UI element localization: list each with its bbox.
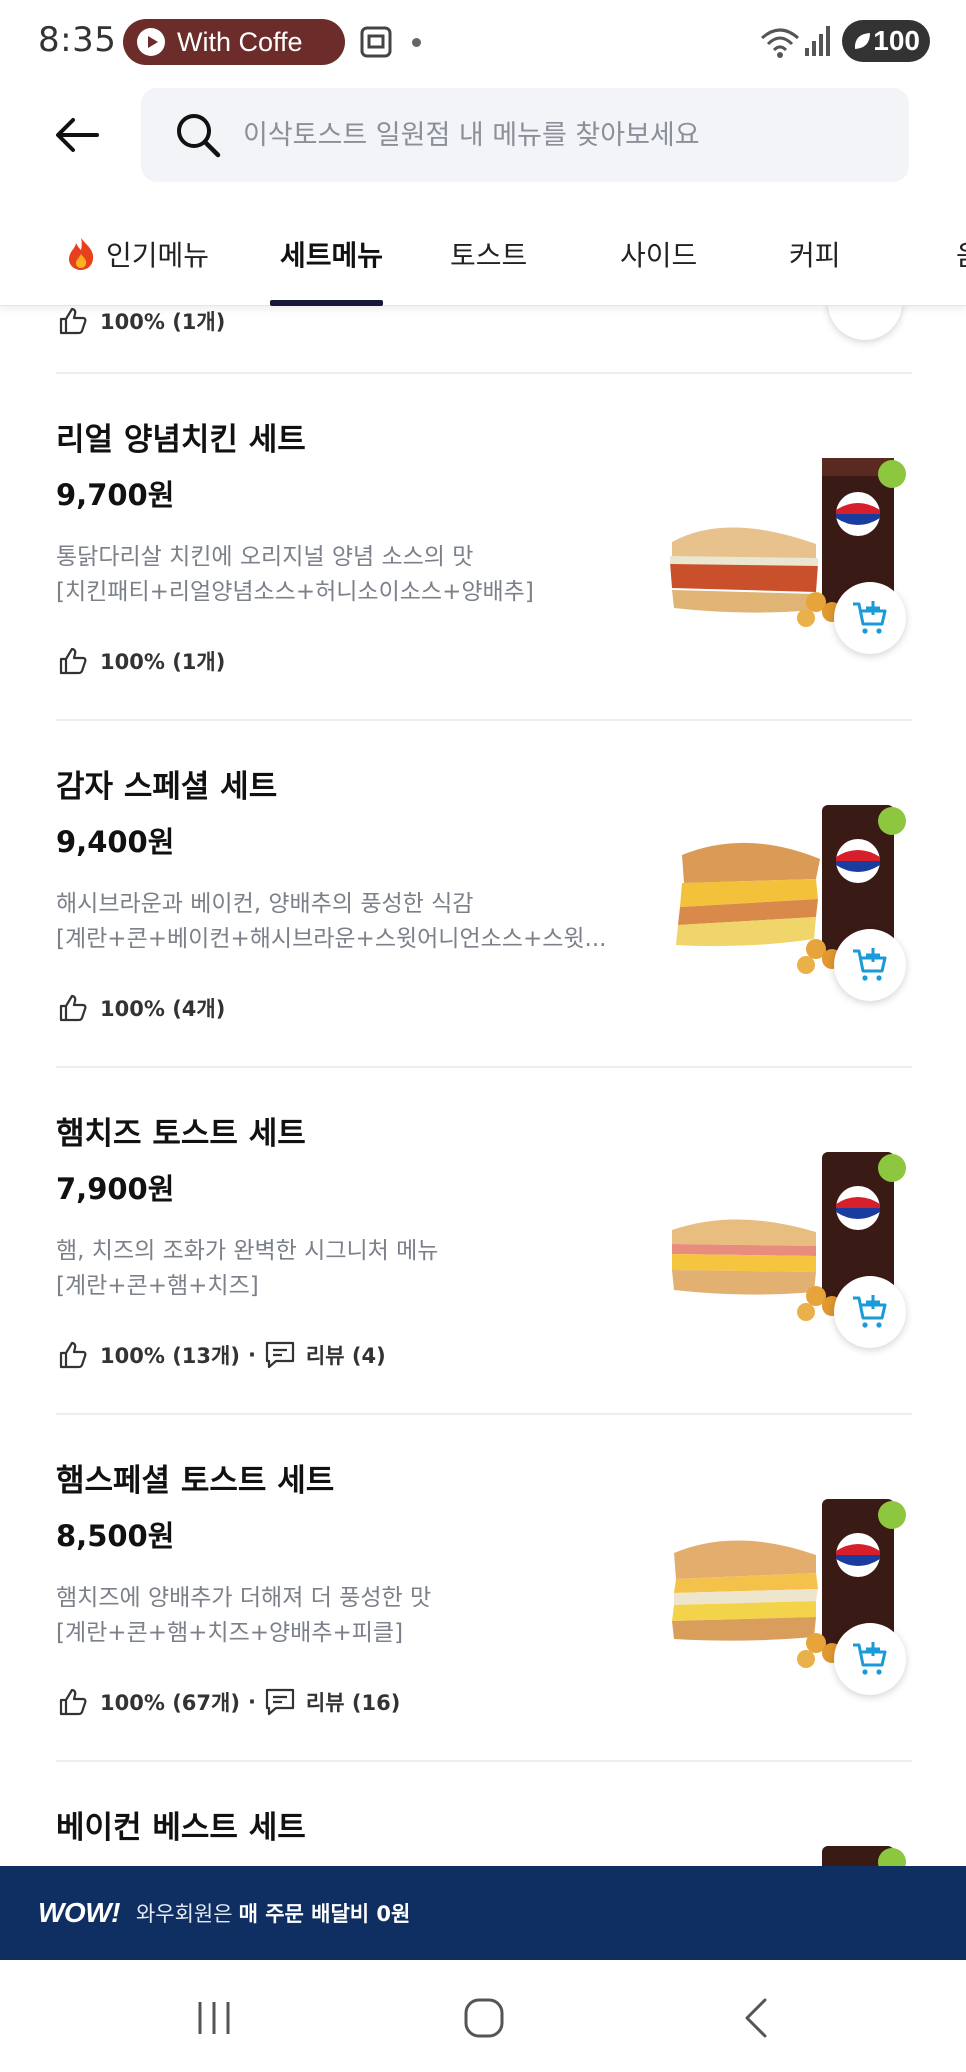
- description-line: [치킨패티+리얼양념소스+허니소이소스+양배추]: [56, 579, 534, 605]
- thumbs-up-icon: [59, 994, 87, 1022]
- chevron-left-icon: [745, 1998, 767, 2038]
- review-icon: [265, 1341, 295, 1369]
- menu-item-name: 햄치즈 토스트 세트: [56, 1116, 306, 1152]
- menu-item-price: 9,700원: [56, 478, 175, 512]
- menu-item-description: 햄치즈에 양배추가 더해져 더 풍성한 맛 [계란+콘+햄+치즈+양배추+피클]: [56, 1581, 616, 1651]
- review-icon: [265, 1688, 295, 1716]
- menu-item-name: 햄스페셜 토스트 세트: [56, 1463, 335, 1499]
- active-tab-indicator: [270, 300, 383, 306]
- separator-dot: ·: [247, 1343, 256, 1367]
- tab-coffee[interactable]: 커피: [789, 234, 841, 274]
- menu-item-price: 9,400원: [56, 825, 175, 859]
- description-line: 해시브라운과 베이컨, 양배추의 풍성한 식감: [56, 891, 474, 917]
- rating-row: 100% (1개): [58, 306, 225, 336]
- home-button[interactable]: [454, 1988, 514, 2048]
- home-icon: [464, 1998, 504, 2038]
- system-nav-bar: [0, 1960, 966, 2072]
- add-to-cart-button[interactable]: [834, 1623, 906, 1695]
- recent-apps-icon: [198, 2002, 230, 2034]
- menu-item[interactable]: 감자 스페셜 세트 9,400원 해시브라운과 베이컨, 양배추의 풍성한 식감…: [56, 721, 912, 1068]
- arrow-left-icon: [56, 118, 99, 152]
- thumbs-up-icon: [59, 647, 87, 675]
- tab-set-menu[interactable]: 세트메뉴: [280, 234, 383, 274]
- rating-text: 100% (13개): [100, 1344, 240, 1368]
- description-line: [계란+콘+햄+치즈]: [56, 1273, 259, 1299]
- thumbs-up-icon: [59, 1688, 87, 1716]
- rating-text: 100% (67개): [100, 1691, 240, 1715]
- thumbs-up-icon: [59, 307, 87, 335]
- search-input[interactable]: [243, 119, 883, 151]
- signal-icon: [805, 26, 830, 56]
- rating-row: 100% (1개): [58, 646, 225, 676]
- cart-plus-icon: [853, 1642, 887, 1675]
- rating-row: 100% (4개): [58, 993, 225, 1023]
- menu-item-name: 감자 스페셜 세트: [56, 769, 278, 805]
- add-to-cart-button[interactable]: [834, 582, 906, 654]
- status-bar: 8:35 With Coffe 100: [0, 0, 966, 84]
- battery-indicator: 100: [842, 20, 930, 62]
- wow-logo: WOW!: [38, 1897, 120, 1928]
- description-line: 햄, 치즈의 조화가 완벽한 시그니처 메뉴: [56, 1238, 439, 1264]
- banner-highlight: 매 주문 배달비 0원: [238, 1902, 411, 1926]
- screenshot-icon: [360, 26, 392, 58]
- search-header: [0, 84, 966, 206]
- notification-dot-icon: [412, 38, 421, 47]
- review-count[interactable]: 리뷰 (16): [306, 1687, 400, 1717]
- search-icon: [177, 114, 221, 158]
- play-icon: [137, 28, 165, 56]
- menu-item[interactable]: 베이컨 베스트 세트: [56, 1762, 912, 1866]
- wifi-icon: [761, 28, 799, 58]
- rating-text: 100% (4개): [100, 997, 226, 1021]
- media-pill[interactable]: With Coffe: [123, 19, 345, 65]
- back-button[interactable]: [50, 108, 104, 162]
- rating-text: 100% (1개): [100, 310, 226, 334]
- tab-label: 인기메뉴: [106, 239, 210, 272]
- description-line: [계란+콘+베이컨+해시브라운+스윗어니언소스+스윗...: [56, 926, 607, 952]
- tab-toast[interactable]: 토스트: [450, 234, 527, 274]
- rating-row: 100% (67개) · 리뷰 (16): [58, 1687, 400, 1717]
- tab-side[interactable]: 사이드: [620, 234, 697, 274]
- tab-popular[interactable]: 인기메뉴: [66, 234, 209, 274]
- menu-item[interactable]: 햄치즈 토스트 세트 7,900원 햄, 치즈의 조화가 완벽한 시그니처 메뉴…: [56, 1068, 912, 1415]
- add-to-cart-button[interactable]: [834, 929, 906, 1001]
- cart-plus-icon: [853, 948, 887, 981]
- leaf-icon: [854, 33, 870, 49]
- cart-plus-icon: [853, 601, 887, 634]
- description-line: 햄치즈에 양배추가 더해져 더 풍성한 맛: [56, 1585, 432, 1611]
- description-line: [계란+콘+햄+치즈+양배추+피클]: [56, 1620, 404, 1646]
- fire-icon: [69, 238, 94, 270]
- category-tabs: 인기메뉴 세트메뉴 토스트 사이드 커피 음: [0, 206, 966, 306]
- system-back-button[interactable]: [726, 1988, 786, 2048]
- search-box[interactable]: [141, 88, 909, 182]
- menu-item[interactable]: 햄스페셜 토스트 세트 8,500원 햄치즈에 양배추가 더해져 더 풍성한 맛…: [56, 1415, 912, 1762]
- menu-item-description: 통닭다리살 치킨에 오리지널 양념 소스의 맛 [치킨패티+리얼양념소스+허니소…: [56, 540, 616, 610]
- menu-list[interactable]: 100% (1개) 리얼 양념치킨 세트 9,700원 통닭다리살 치킨에 오리…: [0, 306, 966, 1866]
- rating-row: 100% (13개) · 리뷰 (4): [58, 1340, 386, 1370]
- menu-item-name: 리얼 양념치킨 세트: [56, 422, 306, 458]
- status-time: 8:35: [38, 20, 117, 60]
- menu-item-description: 햄, 치즈의 조화가 완벽한 시그니처 메뉴 [계란+콘+햄+치즈]: [56, 1234, 616, 1304]
- menu-item-name: 베이컨 베스트 세트: [56, 1810, 306, 1846]
- menu-item-price: 8,500원: [56, 1519, 175, 1553]
- banner-text: 와우회원은: [135, 1902, 233, 1926]
- separator-dot: ·: [247, 1690, 256, 1714]
- cart-button-partial[interactable]: [828, 306, 902, 340]
- media-label: With Coffe: [177, 26, 303, 57]
- cart-plus-icon: [853, 1295, 887, 1328]
- list-item-partial[interactable]: 100% (1개): [56, 306, 912, 374]
- recent-apps-button[interactable]: [184, 1988, 244, 2048]
- menu-item-price: 7,900원: [56, 1172, 175, 1206]
- menu-item-description: 해시브라운과 베이컨, 양배추의 풍성한 식감 [계란+콘+베이컨+해시브라운+…: [56, 887, 616, 957]
- review-count[interactable]: 리뷰 (4): [306, 1340, 386, 1370]
- menu-item-image: [822, 1846, 906, 1866]
- description-line: 통닭다리살 치킨에 오리지널 양념 소스의 맛: [56, 544, 474, 570]
- rating-text: 100% (1개): [100, 650, 226, 674]
- tab-drink[interactable]: 음: [956, 234, 966, 274]
- menu-item[interactable]: 리얼 양념치킨 세트 9,700원 통닭다리살 치킨에 오리지널 양념 소스의 …: [56, 374, 912, 721]
- battery-level: 100: [873, 25, 920, 56]
- wow-membership-banner[interactable]: WOW! 와우회원은 매 주문 배달비 0원: [0, 1866, 966, 1960]
- thumbs-up-icon: [59, 1341, 87, 1369]
- add-to-cart-button[interactable]: [834, 1276, 906, 1348]
